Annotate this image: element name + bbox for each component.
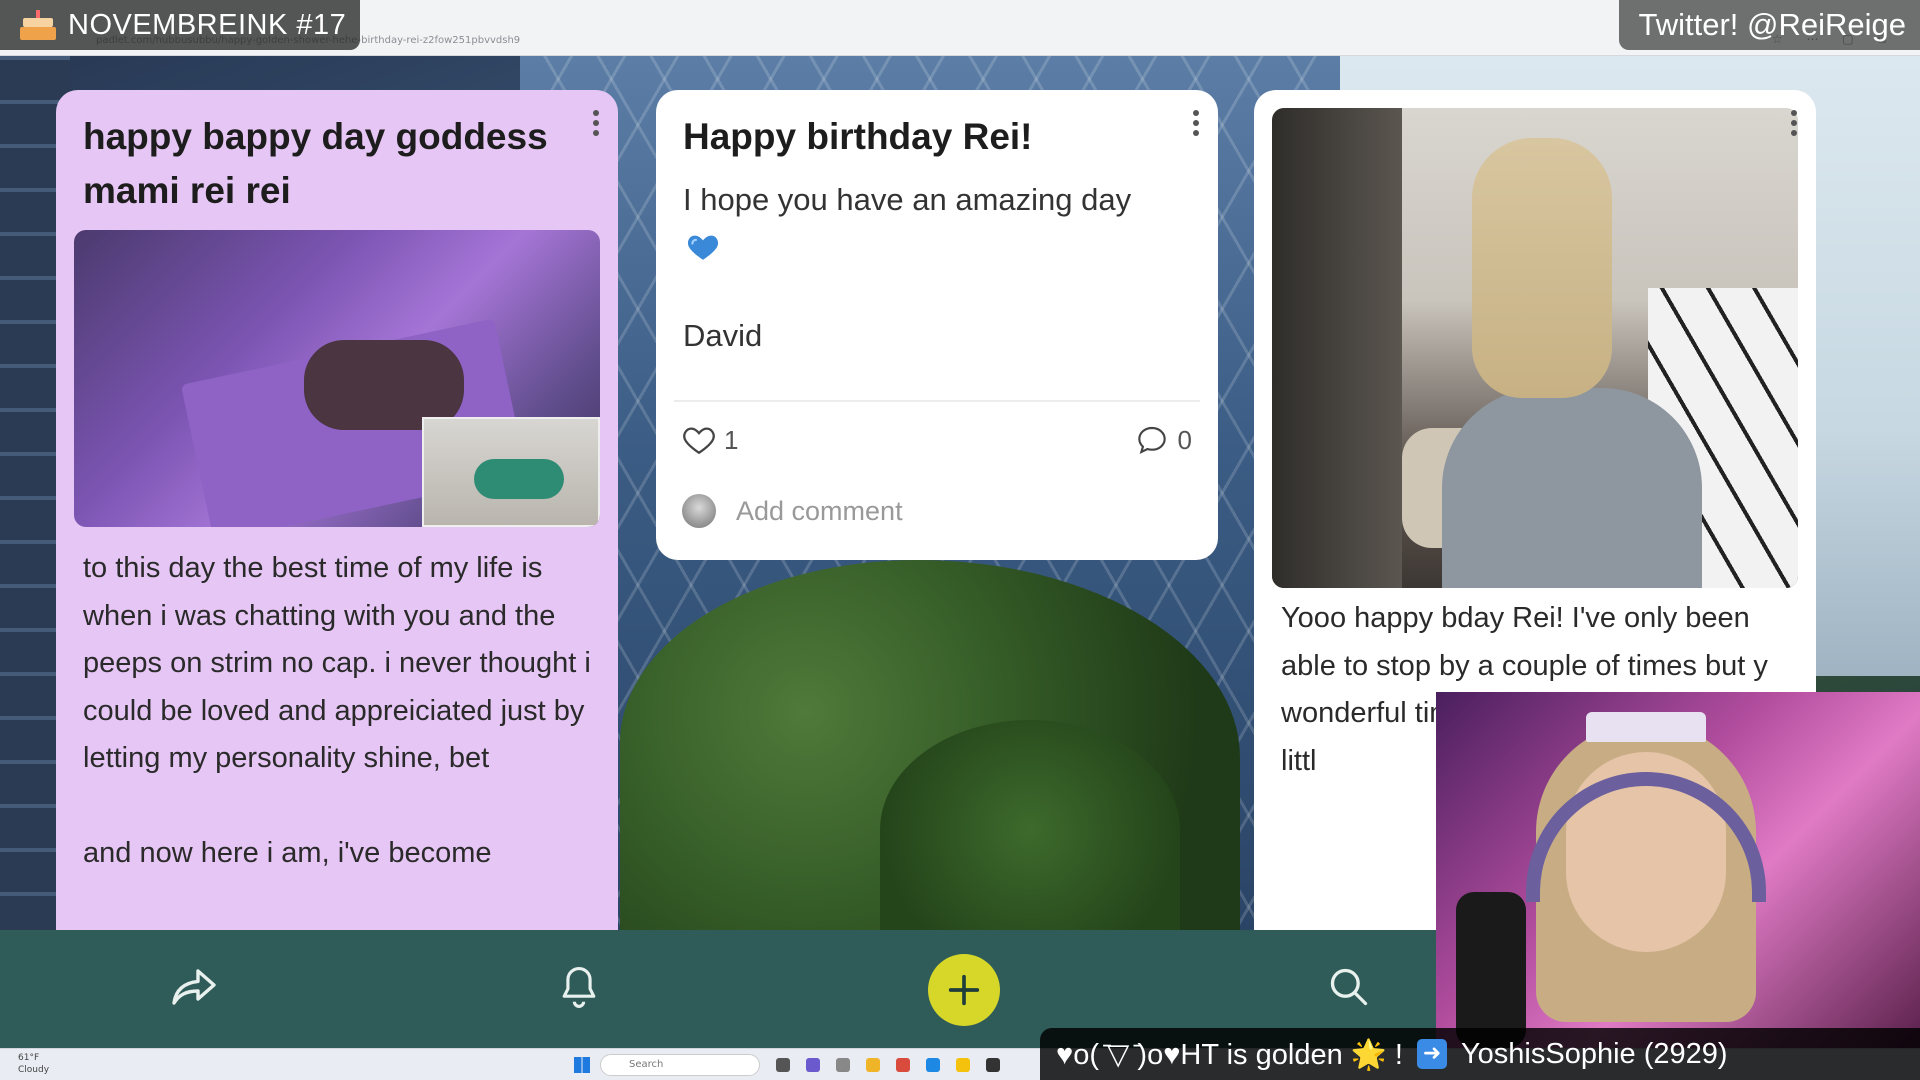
stream-title-overlay: NOVEMBREINK #17 <box>0 0 361 50</box>
person <box>1442 388 1702 588</box>
hand-mask <box>1472 138 1612 398</box>
arrow-right-icon: ➜ <box>1416 1039 1447 1069</box>
microphone <box>1456 892 1526 1048</box>
webcam-feed <box>1436 692 1920 1048</box>
more-options-icon[interactable] <box>1790 110 1798 140</box>
app-icon[interactable] <box>896 1058 910 1072</box>
taskbar-apps[interactable] <box>776 1058 1000 1072</box>
bell-icon[interactable] <box>556 963 602 1011</box>
share-icon[interactable] <box>170 965 218 1009</box>
avatar <box>682 494 716 528</box>
comment-count: 0 <box>1177 424 1192 455</box>
cake-icon <box>20 10 56 40</box>
windows-start-icon[interactable] <box>574 1057 590 1073</box>
app-icon[interactable] <box>836 1058 850 1072</box>
post-title: happy bappy day goddess mami rei rei <box>83 116 548 211</box>
post-card[interactable]: happy bappy day goddess mami rei rei to … <box>56 90 618 990</box>
blue-heart-icon <box>687 235 719 260</box>
heart-icon[interactable] <box>682 424 716 456</box>
chat-ticker-overlay: ♥o( ̄▽ ̄)o♥HT is golden 🌟 ! ➜ YoshisSoph… <box>1040 1028 1920 1080</box>
app-icon[interactable] <box>926 1058 940 1072</box>
twitter-handle: Twitter! @ReiReige <box>1638 7 1907 42</box>
more-options-icon[interactable] <box>1192 110 1200 140</box>
stream-title: NOVEMBREINK #17 <box>68 8 347 41</box>
post-image[interactable] <box>74 230 600 527</box>
comment-button[interactable]: 0 <box>1136 424 1192 456</box>
comment-icon[interactable] <box>1136 424 1168 456</box>
like-count: 1 <box>724 424 739 455</box>
add-comment-field[interactable]: Add comment <box>682 494 903 528</box>
post-image[interactable] <box>1272 108 1798 588</box>
shelf <box>1272 108 1402 588</box>
like-button[interactable]: 1 <box>682 424 738 456</box>
post-card[interactable]: Happy birthday Rei! I hope you have an a… <box>656 90 1218 560</box>
app-icon[interactable] <box>806 1058 820 1072</box>
notifications-button[interactable] <box>548 956 610 1018</box>
add-icon[interactable] <box>944 970 984 1010</box>
add-comment-placeholder[interactable]: Add comment <box>736 496 903 527</box>
more-options-icon[interactable] <box>592 110 600 140</box>
search-icon[interactable] <box>1327 965 1371 1009</box>
weather-temp: 61°F <box>18 1053 40 1063</box>
post-body: I hope you have an amazing day <box>683 182 1132 217</box>
weather-widget[interactable]: 61°F Cloudy <box>18 1052 49 1076</box>
app-icon[interactable] <box>956 1058 970 1072</box>
taskbar-search[interactable]: Search <box>600 1054 760 1076</box>
post-title: Happy birthday Rei! <box>683 116 1033 157</box>
weather-text: Cloudy <box>18 1065 50 1075</box>
add-post-button[interactable] <box>928 954 1000 1026</box>
share-button[interactable] <box>163 956 225 1018</box>
inset-camera <box>422 417 600 527</box>
twitter-overlay: Twitter! @ReiReige <box>1618 0 1920 50</box>
post-signature: David <box>683 318 763 353</box>
divider <box>674 400 1200 402</box>
app-icon[interactable] <box>866 1058 880 1072</box>
search-button[interactable] <box>1318 956 1380 1018</box>
tree-small <box>880 720 1180 940</box>
app-icon[interactable] <box>986 1058 1000 1072</box>
ticker-message: ♥o( ̄▽ ̄)o♥HT is golden 🌟 ! <box>1056 1038 1403 1071</box>
post-body: to this day the best time of my life is … <box>83 552 591 869</box>
app-icon[interactable] <box>776 1058 790 1072</box>
ticker-user: YoshisSophie (2929) <box>1460 1037 1728 1070</box>
tiara <box>1586 712 1706 742</box>
